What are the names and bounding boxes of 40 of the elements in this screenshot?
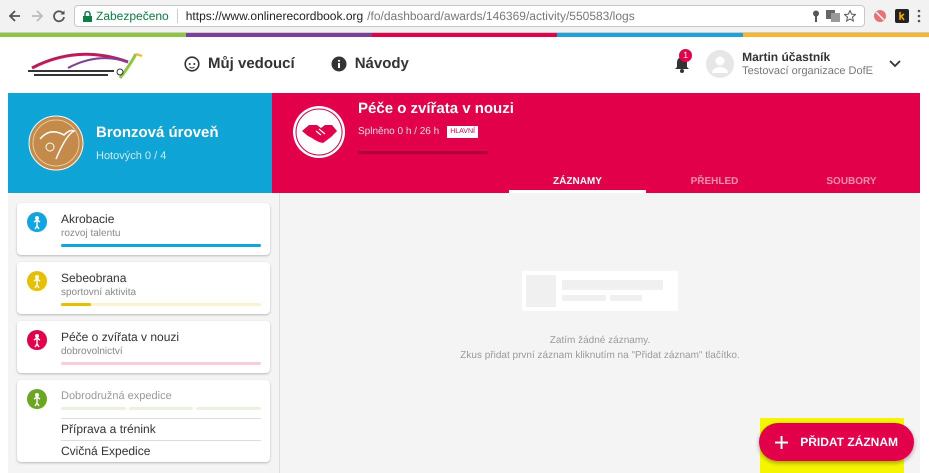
section-category: dobrovolnictví xyxy=(61,345,124,358)
security-label: Zabezpečeno xyxy=(96,8,169,25)
avatar-icon xyxy=(706,50,734,78)
add-record-button[interactable]: PŘIDAT ZÁZNAM xyxy=(759,423,914,461)
expedition-step[interactable]: Cvičná Expedice xyxy=(61,440,261,462)
nav-link[interactable]: Návody xyxy=(330,52,409,76)
user-name: Martin účastník xyxy=(742,50,832,65)
info-icon xyxy=(330,56,347,72)
section-title[interactable]: Sebeobrana xyxy=(61,271,261,286)
chevron-down-icon[interactable] xyxy=(889,60,901,68)
section-title[interactable]: Akrobacie xyxy=(61,212,261,227)
empty-state-title: Zatím žádné záznamy. xyxy=(550,334,650,348)
empty-state-hint: Zkus přidat první záznam kliknutím na "Přidat záznam" tlačítko. xyxy=(460,349,740,363)
section-category: sportovní aktivita xyxy=(61,286,138,299)
more-icon[interactable] xyxy=(917,9,921,23)
address-bar[interactable]: Zabezpečeno https://www.onlinerecordbook.org /fo/dashboard/awards/146369/activity/550583/logs xyxy=(74,5,865,27)
bronze-medal-icon xyxy=(28,115,84,171)
k-extension-icon[interactable] xyxy=(895,9,909,23)
section-title[interactable]: Péče o zvířata v nouzi xyxy=(61,330,261,345)
key-icon[interactable] xyxy=(810,10,822,22)
lock-icon xyxy=(83,10,92,22)
award-progress-text: Hotových 0 / 4 xyxy=(96,149,168,164)
face-icon xyxy=(184,56,200,72)
notification-badge: 1 xyxy=(679,49,692,62)
user-organization: Testovací organizace DofE xyxy=(742,64,873,78)
award-level-title: Bronzová úroveň xyxy=(96,122,219,142)
plus-icon xyxy=(775,436,788,448)
translate-icon[interactable] xyxy=(826,10,840,22)
section-category: rozvoj talentu xyxy=(61,227,122,240)
activity-hours-text: Splněno 0 h / 26 h xyxy=(358,125,440,140)
expedition-step[interactable]: Příprava a trénink xyxy=(61,418,261,440)
back-icon[interactable] xyxy=(8,9,22,23)
handshake-icon xyxy=(292,105,346,159)
activity-title: Péče o zvířata v nouzi xyxy=(358,98,514,119)
blocked-extension-icon[interactable] xyxy=(873,9,887,23)
url-path: /fo/dashboard/awards/146369/activity/550583/logs xyxy=(367,8,635,25)
nav-link[interactable]: Můj vedoucí xyxy=(184,52,295,76)
star-icon[interactable] xyxy=(844,10,856,22)
url-host: https://www.onlinerecordbook.org xyxy=(186,8,364,25)
reload-icon[interactable] xyxy=(52,9,66,23)
